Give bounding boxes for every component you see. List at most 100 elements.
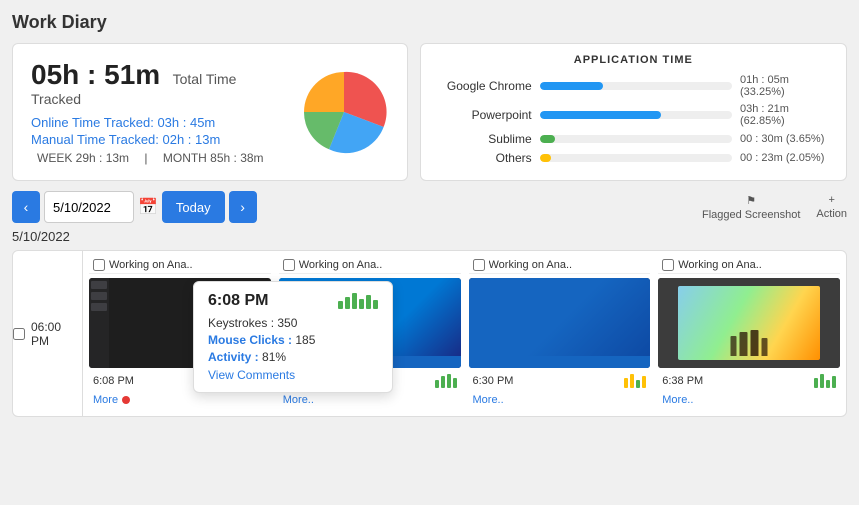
app-bar-chrome [540,82,732,90]
plus-icon: + [828,194,834,206]
flag-icon: ⚑ [746,194,756,207]
more-link-1[interactable]: More [93,394,118,406]
screenshot-title-4: Working on Ana.. [678,259,762,271]
manual-time-link[interactable]: Manual Time Tracked: 02h : 13m [31,132,279,147]
tooltip-mouse-value: 185 [295,333,315,347]
screenshot-time-4: 6:38 PM [662,375,703,387]
action-button[interactable]: + Action [816,194,847,220]
time-info: 05h : 51m Total Time Tracked Online Time… [31,59,279,165]
next-date-button[interactable]: › [229,191,257,223]
screenshot-title-3: Working on Ana.. [489,259,573,271]
app-name-sublime: Sublime [437,132,532,146]
screenshot-header-4: Working on Ana.. [658,257,840,274]
tooltip-activity-row: Activity : 81% [208,350,378,364]
main-container: Work Diary 05h : 51m Total Time Tracked … [0,0,859,505]
app-bar-others [540,154,732,162]
screenshot-img-4[interactable] [658,278,840,368]
app-row-sublime: Sublime 00 : 30m (3.65%) [437,132,830,146]
app-name-others: Others [437,151,532,165]
tooltip-keystrokes-label: Keystrokes : [208,316,274,330]
controls-row: ‹ 📅 Today › ⚑ Flagged Screenshot + Actio… [12,191,847,223]
time-tracked-links: Online Time Tracked: 03h : 45m Manual Ti… [31,115,279,147]
sidebar-mock [89,278,109,368]
tooltip-time-label: 6:08 PM [208,292,268,310]
tooltip-mouse-row: Mouse Clicks : 185 [208,333,378,347]
date-input[interactable] [44,191,134,223]
today-button[interactable]: Today [162,191,225,223]
prev-date-button[interactable]: ‹ [12,191,40,223]
time-value: 06:00 PM [31,320,82,348]
flagged-screenshot-button[interactable]: ⚑ Flagged Screenshot [702,194,800,221]
app-time-title: APPLICATION TIME [437,54,830,66]
app-row-chrome: Google Chrome 01h : 05m (33.25%) [437,74,830,98]
tooltip-mouse-label: Mouse Clicks : [208,333,292,347]
action-label: Action [816,208,847,220]
screenshot-time-1: 6:08 PM [93,375,134,387]
screenshot-checkbox-2[interactable] [283,259,295,271]
app-bar-ppt [540,111,732,119]
screenshot-footer-4: 6:38 PM [658,372,840,390]
time-checkbox[interactable] [13,328,25,340]
app-bar-fill-chrome [540,82,603,90]
week-month: WEEK 29h : 13m | MONTH 85h : 38m [31,151,279,165]
more-link-2[interactable]: More.. [283,394,457,406]
month-stat: MONTH 85h : 38m [163,151,264,165]
tooltip-popup: 6:08 PM Keystrokes : 350 Mouse Cli [193,281,393,393]
windows-desktop-mock-2 [469,278,651,368]
top-section: 05h : 51m Total Time Tracked Online Time… [12,43,847,181]
date-header: 5/10/2022 [12,229,847,244]
pie-chart [299,67,389,157]
screenshot-footer-3: 6:30 PM [469,372,651,390]
screenshot-header-3: Working on Ana.. [469,257,651,274]
total-time: 05h : 51m [31,59,160,90]
ps-screen-mock [658,278,840,368]
more-row-1: More [89,394,271,410]
more-link-4[interactable]: More.. [662,394,836,406]
screenshot-time-3: 6:30 PM [473,375,514,387]
more-link-3[interactable]: More.. [473,394,647,406]
date-nav: ‹ 📅 Today › [12,191,257,223]
stat-separator: | [144,151,147,165]
app-bar-fill-others [540,154,552,162]
week-stat: WEEK 29h : 13m [37,151,129,165]
tooltip-activity-bars [338,293,378,309]
family-figures [731,330,768,356]
activity-bars-4 [814,374,836,388]
screenshot-checkbox-4[interactable] [662,259,674,271]
screenshot-img-3[interactable] [469,278,651,368]
app-name-ppt: Powerpoint [437,108,532,122]
screenshot-title-1: Working on Ana.. [109,259,193,271]
flagged-label: Flagged Screenshot [702,209,800,221]
app-percent-others: 00 : 23m (2.05%) [740,152,830,164]
calendar-icon[interactable]: 📅 [138,197,158,217]
app-percent-chrome: 01h : 05m (33.25%) [740,74,830,98]
screenshot-col-4: Working on Ana.. [658,257,840,410]
time-label: 06:00 PM [13,320,82,348]
activity-bars-2 [435,374,457,388]
app-time-card: APPLICATION TIME Google Chrome 01h : 05m… [420,43,847,181]
screenshot-checkbox-3[interactable] [473,259,485,271]
screenshot-title-2: Working on Ana.. [299,259,383,271]
tooltip-time-header: 6:08 PM [208,292,378,310]
tooltip-activity-value: 81% [262,350,286,364]
activity-bars-3 [624,374,646,388]
ps-image-mock [678,286,820,360]
app-percent-sublime: 00 : 30m (3.65%) [740,133,830,145]
app-rows: Google Chrome 01h : 05m (33.25%) Powerpo… [437,74,830,165]
online-time-link[interactable]: Online Time Tracked: 03h : 45m [31,115,279,130]
app-name-chrome: Google Chrome [437,79,532,93]
screenshot-header-1: Working on Ana.. [89,257,271,274]
time-card: 05h : 51m Total Time Tracked Online Time… [12,43,408,181]
screenshot-checkbox-1[interactable] [93,259,105,271]
screenshot-col-3: Working on Ana.. 6:30 PM [469,257,651,410]
tooltip-keystrokes-row: Keystrokes : 350 [208,316,378,330]
main-content: 06:00 PM Working on Ana.. [12,250,847,417]
win-taskbar-2 [469,356,651,368]
view-comments-link[interactable]: View Comments [208,368,378,382]
more-row-4: More.. [658,394,840,410]
app-bar-sublime [540,135,732,143]
more-row-2: More.. [279,394,461,410]
page-title: Work Diary [12,12,847,33]
dot-red-1 [122,396,130,404]
more-row-3: More.. [469,394,651,410]
